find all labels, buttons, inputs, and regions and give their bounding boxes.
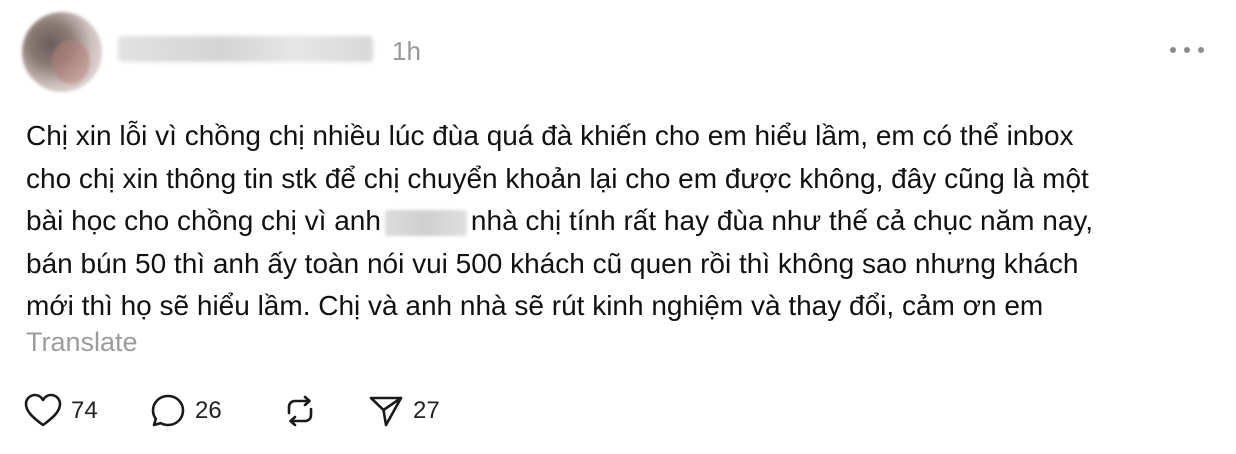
post-body: Chị xin lỗi vì chồng chị nhiều lúc đùa q… xyxy=(26,115,1206,328)
post-text-fragment: bài học cho chồng chị vì anh xyxy=(26,205,381,236)
username-blurred[interactable]: nu9h9huo23606803 xyxy=(118,36,373,62)
dot xyxy=(1184,47,1190,53)
post-line: cho chị xin thông tin stk để chị chuyển … xyxy=(26,162,1089,194)
post-line: bán bún 50 thì anh ấy toàn nói vui 500 k… xyxy=(26,247,1079,279)
like-button[interactable]: 74 xyxy=(24,393,98,429)
post-line: mới thì họ sẽ hiểu lầm. Chị và anh nhà s… xyxy=(26,290,1044,321)
share-button[interactable]: 27 xyxy=(368,393,440,429)
translate-link[interactable]: Translate xyxy=(26,327,138,358)
dot xyxy=(1170,47,1176,53)
send-icon xyxy=(369,396,403,427)
more-options-icon[interactable] xyxy=(1170,40,1204,60)
reply-count: 26 xyxy=(195,397,222,424)
redacted-name xyxy=(384,209,467,236)
dot xyxy=(1198,47,1204,53)
post-line: bài học cho chồng chị vì anh nhà chị tính… xyxy=(26,200,1206,243)
heart-icon xyxy=(24,393,62,427)
share-count: 27 xyxy=(413,397,440,424)
post-line: Chị xin lỗi vì chồng chị nhiều lúc đùa q… xyxy=(26,120,1074,151)
reply-button[interactable]: 26 xyxy=(150,393,222,429)
comment-bubble-icon xyxy=(151,394,185,427)
post-text-fragment: nhà chị tính rất hay đùa như thế cả chục… xyxy=(470,205,1094,236)
avatar[interactable] xyxy=(22,12,102,92)
like-count: 74 xyxy=(71,397,98,424)
post-time: 1h xyxy=(392,36,421,66)
repost-button[interactable] xyxy=(282,393,318,429)
repost-icon xyxy=(287,395,313,427)
